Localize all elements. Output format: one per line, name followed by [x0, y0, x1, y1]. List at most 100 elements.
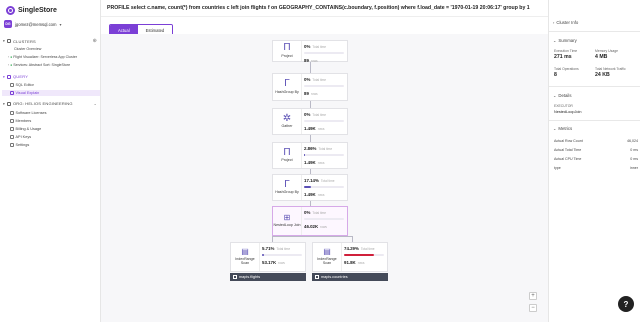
chevron-down-icon: ▾: [3, 101, 5, 106]
node-time: 0%: [304, 44, 311, 49]
account-email: jgomez@memsql.com: [15, 21, 57, 27]
sidebar-item-label: Software Licenses: [15, 111, 47, 115]
project-icon: Π: [283, 42, 291, 54]
plan-node-gather[interactable]: ✲ Gather 0% Total time 1.49K rows: [272, 108, 348, 135]
metric-name: type: [554, 166, 561, 170]
plan-node-hashgroupby-2[interactable]: Γ HashGroup By 17.14% Total time 1.49K row…: [272, 174, 348, 201]
plan-node-label: Gather: [281, 124, 293, 129]
chevron-right-icon: ›: [553, 20, 555, 25]
nestedloop-icon: ⊞: [283, 213, 291, 223]
node-time-bar: [304, 218, 344, 220]
explain-icon: [10, 91, 14, 95]
plan-node-label: IndexRange Scan: [235, 256, 255, 265]
help-button[interactable]: ?: [618, 296, 634, 312]
database-icon: [6, 39, 11, 43]
sidebar-item-visual-explain[interactable]: Visual Explain: [2, 90, 100, 96]
table-name: mapis.flights: [239, 275, 261, 279]
metrics-label: Metrics: [558, 126, 573, 131]
node-time-unit: Total time: [360, 247, 375, 251]
table-flights[interactable]: mapis.flights: [230, 273, 306, 281]
table-countries[interactable]: mapis.countries: [312, 273, 388, 281]
section-org-label: ORG: HELIOS ENGINEERING: [12, 101, 73, 106]
node-time-bar-fill: [344, 254, 374, 256]
sidebar-item-billing[interactable]: Billing & Usage: [10, 126, 100, 132]
sidebar-item-api-keys[interactable]: API Keys: [10, 134, 100, 140]
organization-icon: [6, 101, 11, 106]
plan-node-nestedloop-join[interactable]: ⊞ NestedLoop Join 0% Total time 46.02K row…: [272, 206, 348, 236]
page-title: PROFILE select c.name, count(*) from cou…: [107, 5, 530, 11]
metrics-header[interactable]: ⌄ Metrics: [553, 126, 572, 131]
plan-node-project[interactable]: Π Project 0% Total time 89 rows: [272, 40, 348, 63]
metric-value: 0 ms: [630, 148, 638, 152]
key-icon: [10, 135, 14, 139]
node-rows: 1.49K: [304, 192, 316, 197]
section-clusters-label: CLUSTERS: [12, 38, 36, 44]
divider: [549, 86, 640, 87]
node-time-bar: [304, 186, 344, 188]
node-time: 2.86%: [304, 146, 317, 151]
gather-icon: ✲: [282, 112, 292, 124]
sidebar-item-label: Flight Visualizer: Serverless App Cluste…: [13, 55, 78, 59]
node-time: 0%: [304, 210, 311, 215]
section-query[interactable]: ▾ QUERY: [3, 74, 97, 79]
plan-node-indexrange-scan-countries[interactable]: ▤ IndexRange Scan 74.29% Total time 91.8K…: [312, 242, 388, 272]
status-dot-icon: ●: [10, 63, 13, 67]
sidebar-item-settings[interactable]: Settings: [10, 142, 100, 148]
chevron-down-icon: ▾: [3, 39, 5, 43]
chevron-right-icon: ›: [8, 55, 10, 59]
plan-node-label: Project: [281, 158, 293, 163]
sidebar-item-cluster-1[interactable]: › ● Flight Visualizer: Serverless App Cl…: [8, 55, 77, 59]
sidebar-item-label: SQL Editor: [15, 83, 34, 87]
gear-icon: [10, 143, 14, 147]
chevron-down-icon: ▾: [59, 21, 62, 27]
plan-edge: [310, 135, 311, 142]
plan-node-indexrange-scan-flights[interactable]: ▤ IndexRange Scan 5.71% Total time 53.17K…: [230, 242, 306, 272]
metric-value: 0 ms: [630, 157, 638, 161]
table-icon: [233, 275, 237, 279]
plan-node-project-2[interactable]: Π Project 2.86% Total time 1.49K rows: [272, 142, 348, 169]
cluster-info-header[interactable]: › Cluster Info: [553, 20, 578, 25]
summary-label: Summary: [558, 38, 577, 43]
plan-canvas[interactable]: Π Project 0% Total time 89 rows Γ HashGrou…: [101, 34, 548, 322]
summary-header[interactable]: ⌄ Summary: [553, 38, 577, 43]
node-time-bar: [304, 85, 344, 87]
executor-label: EXECUTOR: [554, 104, 573, 108]
add-icon[interactable]: ⊕: [93, 38, 97, 44]
sidebar-item-cluster-2[interactable]: › ● Services: Abstract Sort: SingleStore: [8, 63, 70, 67]
node-time-bar: [304, 120, 344, 122]
node-rows: 89: [304, 91, 309, 96]
status-dot-icon: ●: [10, 55, 13, 59]
zoom-out-button[interactable]: −: [529, 304, 537, 312]
metric-row: Actual Row Count 46,024: [554, 139, 638, 143]
sidebar-item-cluster-overview[interactable]: Cluster Overview: [14, 47, 41, 51]
node-rows-unit: rows: [320, 225, 327, 229]
metric-name: Actual Row Count: [554, 139, 583, 143]
logo[interactable]: SingleStore: [6, 6, 57, 15]
plan-node-label: HashGroup By: [275, 89, 299, 94]
memory-label: Memory Usage: [595, 49, 618, 53]
chevron-down-icon[interactable]: ⌄: [93, 101, 97, 106]
sidebar-item-software-licenses[interactable]: Software Licenses: [10, 110, 100, 116]
logo-text: SingleStore: [18, 7, 57, 14]
network-label: Total Network Traffic: [595, 67, 626, 71]
plan-node-label: Project: [281, 53, 293, 58]
query-icon: [6, 74, 11, 79]
executor-value: NestedLoopJoin: [554, 110, 582, 114]
section-clusters[interactable]: ▾ CLUSTERS ⊕: [3, 38, 97, 44]
sidebar-item-sql-editor[interactable]: SQL Editor: [10, 82, 100, 88]
account-switcher[interactable]: DG jgomez@memsql.com ▾: [4, 20, 62, 28]
zoom-in-button[interactable]: +: [529, 292, 537, 300]
node-time-unit: Total time: [312, 78, 326, 82]
cluster-info-label: Cluster Info: [556, 20, 579, 25]
metric-value: inner: [630, 166, 638, 170]
plan-node-hashgroupby[interactable]: Γ HashGroup By 0% Total time 89 rows: [272, 73, 348, 101]
sidebar-item-label: Members: [15, 119, 32, 123]
node-rows-unit: rows: [317, 127, 325, 131]
node-rows: 1.49K: [304, 160, 316, 165]
node-time-bar-fill: [262, 254, 265, 256]
section-org[interactable]: ▾ ORG: HELIOS ENGINEERING ⌄: [3, 101, 97, 106]
node-rows: 46.02K: [304, 224, 319, 229]
project-icon: Π: [283, 146, 291, 158]
sidebar-item-members[interactable]: Members: [10, 118, 100, 124]
details-header[interactable]: ⌄ Details: [553, 93, 572, 98]
